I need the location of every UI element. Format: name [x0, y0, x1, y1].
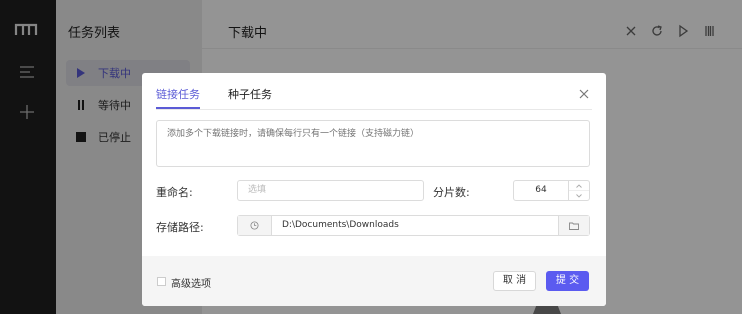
- submit-button[interactable]: 提 交: [546, 271, 589, 291]
- add-task-dialog: 链接任务 种子任务 重命名: 选填 分片数: 64 存储路径: D:\Docum…: [142, 73, 606, 306]
- rename-label: 重命名:: [156, 186, 193, 199]
- path-value[interactable]: D:\Documents\Downloads: [282, 216, 399, 235]
- cancel-button[interactable]: 取 消: [493, 271, 536, 291]
- dialog-tabs: 链接任务 种子任务: [156, 73, 300, 109]
- split-label: 分片数:: [433, 186, 470, 199]
- stepper-arrows: [568, 181, 589, 200]
- increment-icon[interactable]: [569, 181, 589, 191]
- split-value[interactable]: 64: [514, 181, 568, 200]
- dialog-footer: 高级选项 取 消 提 交: [142, 256, 606, 306]
- tab-torrent-task[interactable]: 种子任务: [228, 73, 272, 107]
- decrement-icon[interactable]: [569, 191, 589, 200]
- path-field[interactable]: D:\Documents\Downloads: [237, 215, 590, 236]
- history-icon[interactable]: [238, 216, 272, 235]
- path-label: 存储路径:: [156, 221, 204, 234]
- tab-divider: [156, 109, 592, 110]
- advanced-options-checkbox[interactable]: [157, 277, 166, 286]
- close-dialog-icon[interactable]: [579, 89, 589, 99]
- advanced-options-label[interactable]: 高级选项: [171, 275, 211, 290]
- folder-icon[interactable]: [558, 216, 589, 235]
- rename-input[interactable]: 选填: [237, 180, 424, 201]
- tab-link-task[interactable]: 链接任务: [156, 73, 200, 109]
- split-stepper[interactable]: 64: [513, 180, 590, 201]
- url-input[interactable]: [156, 120, 590, 167]
